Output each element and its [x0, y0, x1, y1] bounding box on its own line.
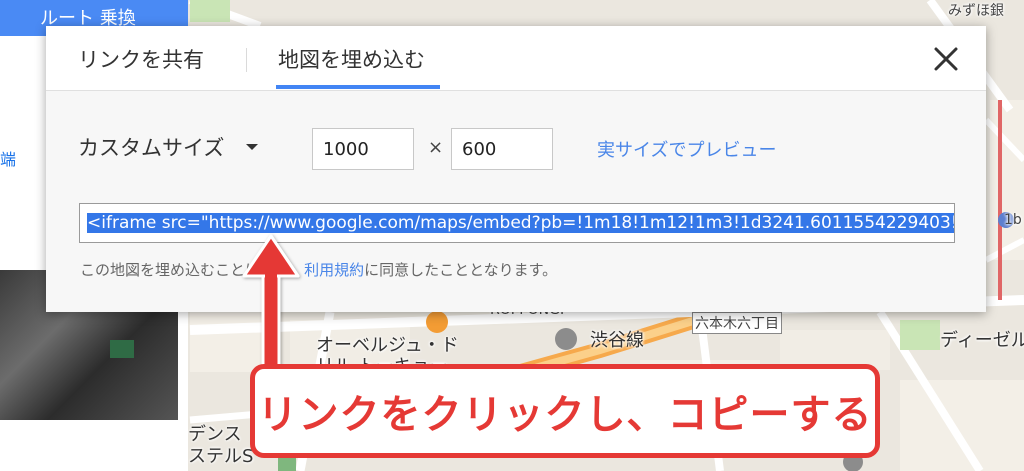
tab-divider [246, 48, 247, 72]
times-symbol: × [428, 137, 444, 158]
share-dialog: リンクを共有 地図を埋め込む カスタムサイズ × 実サイズでプレビュー <ifr… [46, 26, 986, 312]
embed-code-text: <iframe src="https://www.google.com/maps… [87, 213, 954, 233]
terms-notice: この地図を埋め込むことにより、利用規約に同意したこととなります。 [80, 259, 557, 280]
tab-share-link[interactable]: リンクを共有 [78, 44, 204, 74]
size-dropdown[interactable]: カスタムサイズ [78, 131, 259, 163]
active-tab-indicator [276, 85, 440, 89]
map-label-mizuho: みずほ銀 [948, 3, 1004, 19]
close-icon [934, 47, 958, 71]
size-dropdown-label: カスタムサイズ [78, 136, 225, 160]
close-button[interactable] [931, 44, 961, 74]
map-label-dens-line2: ステルS [188, 446, 254, 467]
dialog-tabs: リンクを共有 地図を埋め込む [46, 26, 986, 91]
tab-embed-map[interactable]: 地図を埋め込む [278, 44, 425, 74]
map-label-roppongi-6: 六本木六丁目 [692, 312, 782, 334]
dialog-body: カスタムサイズ × 実サイズでプレビュー <iframe src="https:… [46, 91, 986, 312]
terms-prefix: この地図を埋め込むことにより、 [80, 261, 305, 279]
preview-actual-size-link[interactable]: 実サイズでプレビュー [597, 136, 776, 162]
embed-code-field[interactable]: <iframe src="https://www.google.com/maps… [79, 203, 955, 243]
instruction-callout: リンクをクリックし、コピーする [250, 364, 880, 458]
map-label-side: 1b [1004, 212, 1022, 228]
height-input[interactable] [451, 128, 553, 170]
width-input[interactable] [312, 128, 414, 170]
map-label-shibuya-sen: 渋谷線 [590, 330, 644, 351]
street-photo-sign [110, 340, 134, 358]
instruction-callout-text: リンクをクリックし、コピーする [257, 392, 873, 438]
map-label-diesel: ディーゼル [940, 330, 1024, 351]
left-panel-side-text[interactable]: 端 [0, 146, 16, 170]
terms-suffix: に同意したこととなります。 [364, 261, 558, 279]
terms-of-service-link[interactable]: 利用規約 [304, 261, 364, 279]
chevron-down-icon [246, 144, 259, 150]
